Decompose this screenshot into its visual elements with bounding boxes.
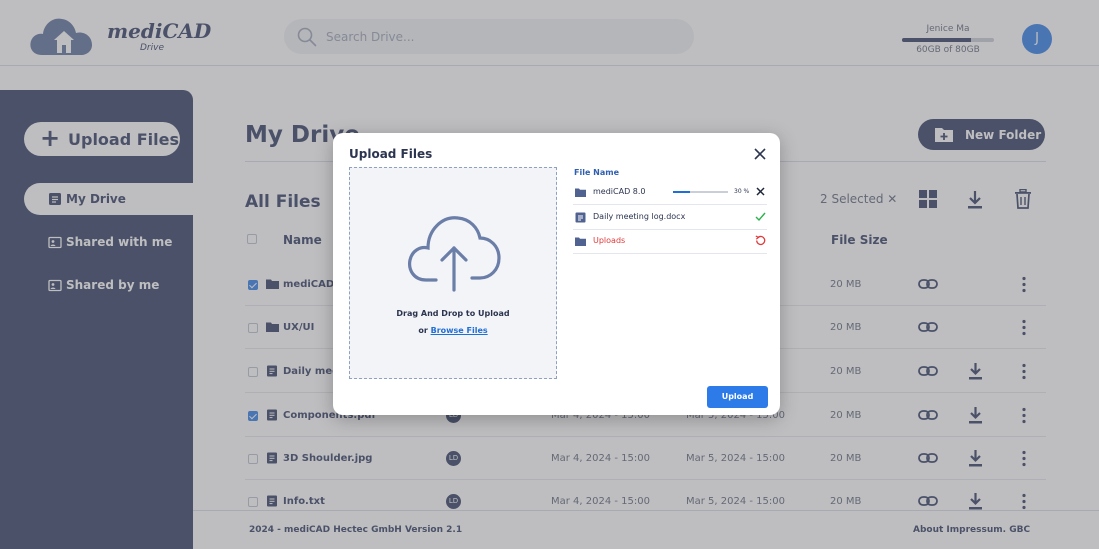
close-icon[interactable] [751, 145, 769, 163]
upload-progress-fill [673, 191, 690, 193]
upload-button[interactable]: Upload [707, 386, 768, 408]
cloud-upload-icon [408, 216, 501, 292]
upload-file-name-error: Uploads [593, 236, 626, 245]
upload-file-name: Daily meeting log.docx [593, 212, 686, 221]
upload-row: Uploads [573, 230, 767, 254]
cancel-upload-icon[interactable] [755, 186, 766, 197]
folder-icon [575, 237, 586, 246]
upload-row: Daily meeting log.docx [573, 206, 767, 230]
document-icon [575, 212, 586, 223]
dialog-title: Upload Files [349, 147, 433, 161]
drop-instruction: Drag And Drop to Upload [396, 309, 510, 318]
check-icon [755, 212, 766, 222]
upload-files-dialog: Upload Files Drag And Drop to Upload or … [333, 133, 780, 415]
retry-icon[interactable] [755, 235, 766, 246]
upload-file-name: mediCAD 8.0 [593, 187, 646, 196]
folder-icon [575, 188, 586, 197]
upload-progress-text: 30 % [734, 188, 750, 195]
browse-files-link[interactable]: Browse Files [431, 326, 488, 335]
file-name-header: File Name [574, 168, 620, 177]
browse-line: or Browse Files [350, 326, 556, 335]
upload-row: mediCAD 8.0 30 % [573, 181, 767, 205]
or-text: or [418, 326, 428, 335]
drop-zone[interactable]: Drag And Drop to Upload or Browse Files [349, 167, 557, 379]
upload-progress-bar [673, 191, 728, 193]
